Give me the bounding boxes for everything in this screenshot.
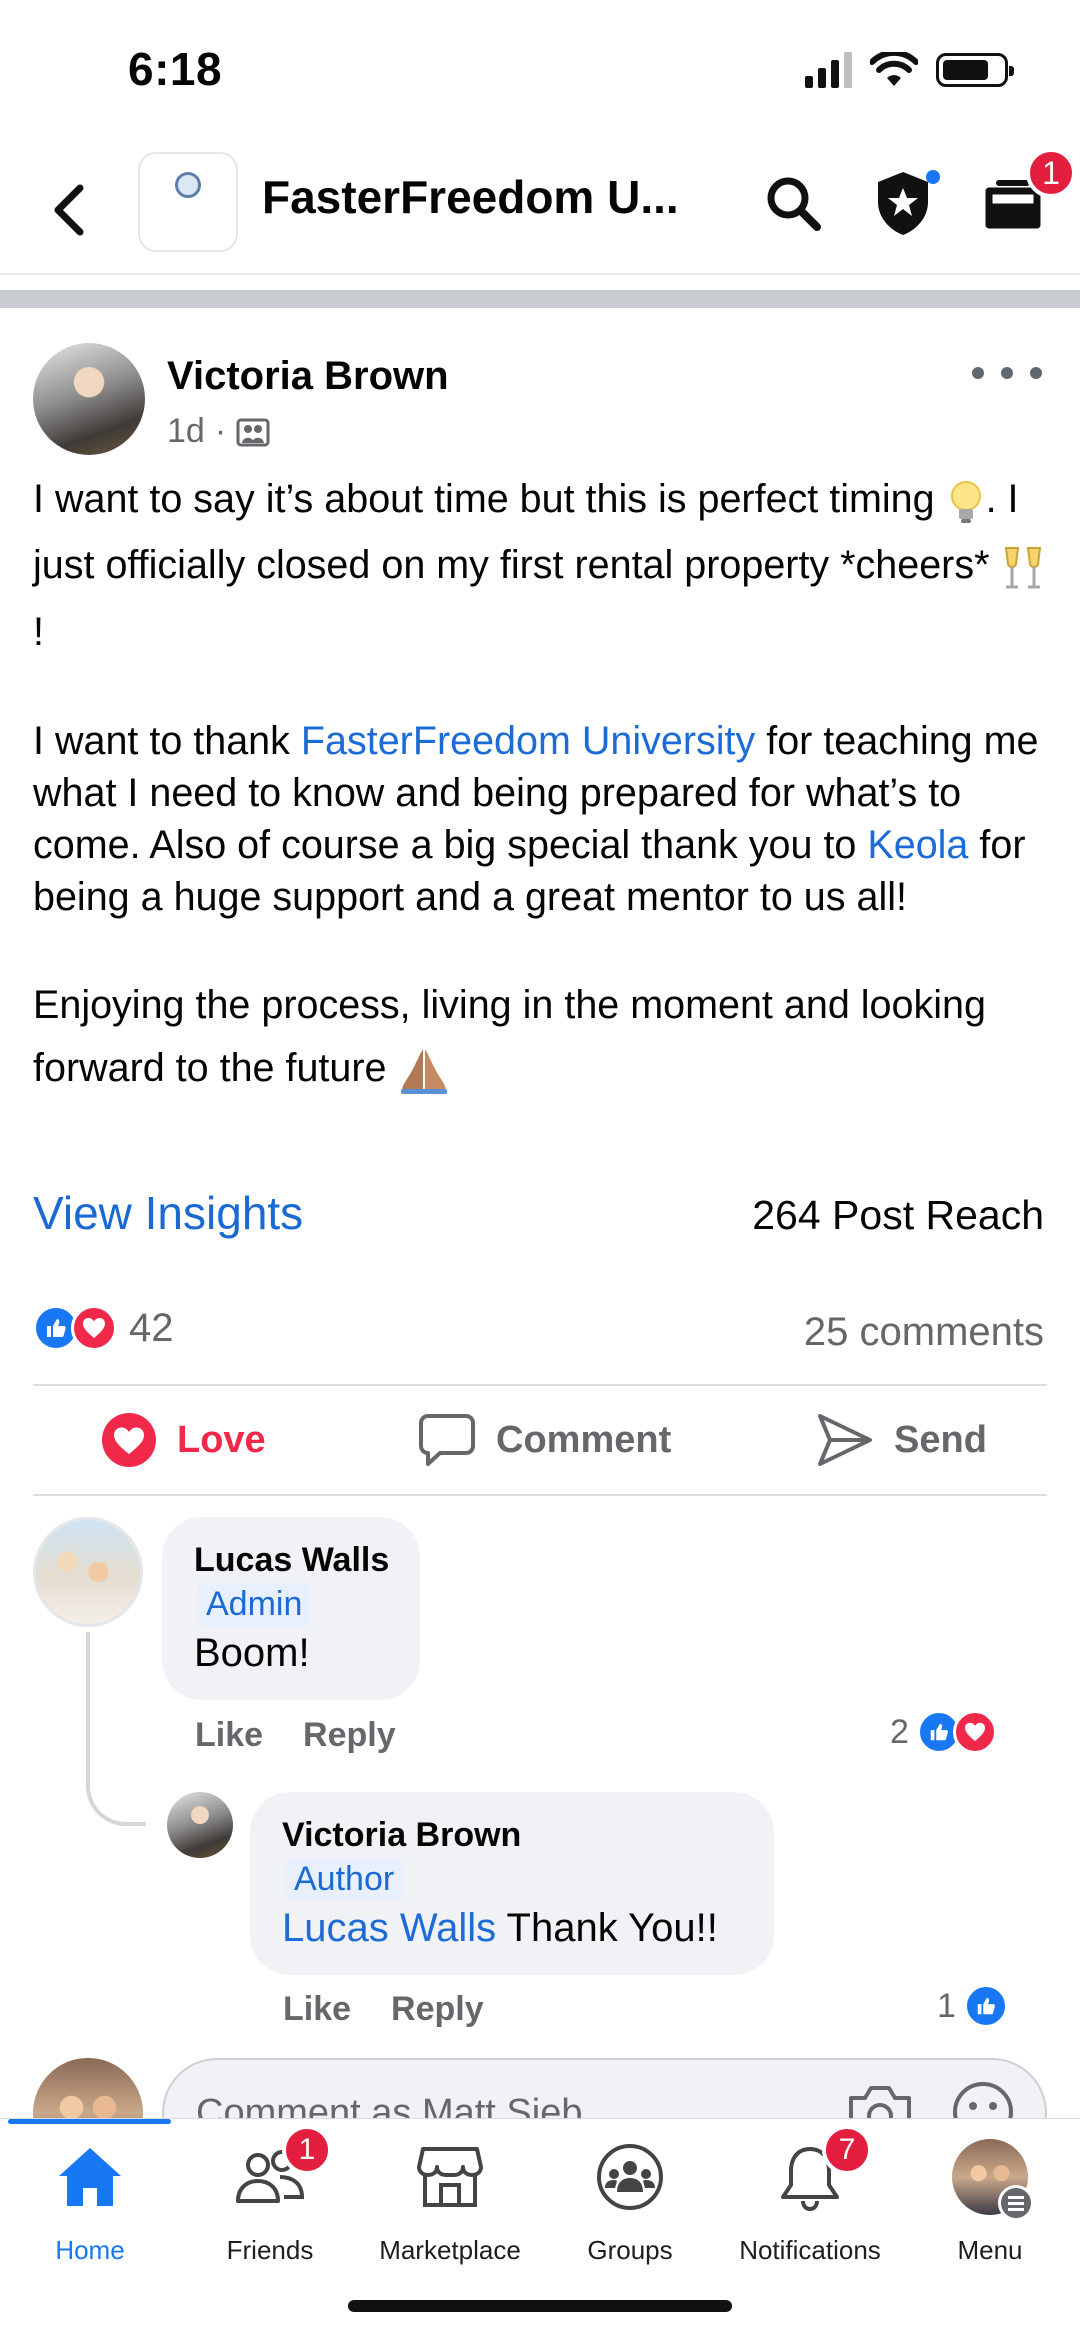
group-photo-icon [236,418,270,446]
cheers-emoji [1005,546,1042,589]
section-divider [0,290,1080,308]
admin-tools-button[interactable] [862,162,944,244]
reply-author-avatar[interactable] [167,1792,233,1858]
post-time[interactable]: 1d [167,412,205,451]
cart-badge: 1 [1026,148,1076,198]
reaction-count: 42 [129,1305,174,1350]
comment-icon [419,1414,475,1466]
marketplace-icon [417,2147,483,2207]
comment-author[interactable]: Lucas Walls [194,1541,389,1580]
tab-friends[interactable]: 1 Friends [180,2125,360,2283]
home-icon [59,2148,121,2206]
post-more-button[interactable] [972,355,1042,391]
love-reaction-icon [71,1305,117,1351]
comment-actions: Like Reply [195,1716,396,1755]
comments-count[interactable]: 25 comments [804,1310,1044,1355]
back-button[interactable] [40,170,100,250]
thread-connector [86,1632,146,1826]
status-icons [805,52,1014,88]
groups-icon [597,2144,663,2210]
active-tab-indicator [8,2119,171,2124]
tab-home[interactable]: Home [0,2133,180,2283]
tab-groups[interactable]: Groups [540,2133,720,2283]
bottom-navigation: Home 1 Friends Marketplace Groups 7 Noti… [0,2118,1080,2337]
more-icon [972,367,984,379]
love-button[interactable]: Love [101,1386,266,1494]
meta-separator: · [214,412,227,450]
post-author-name[interactable]: Victoria Brown [167,354,449,399]
cart-button[interactable]: 1 [972,148,1076,244]
post-reach: 264 Post Reach [752,1192,1044,1238]
reply-text: Lucas Walls Thank You!! [282,1906,718,1950]
shield-star-icon [878,172,928,235]
comment-bubble[interactable]: Lucas Walls Admin Boom! [162,1517,420,1700]
friends-badge: 1 [282,2125,332,2175]
post-body: I want to say it’s about time but this i… [33,466,1053,1150]
reply-actions: Like Reply [283,1990,484,2029]
post-paragraph-2: I want to thank FasterFreedom University… [33,719,1039,920]
comment-reactions[interactable]: 2 [890,1710,997,1754]
group-mention-link[interactable]: FasterFreedom University [301,719,755,763]
reply-author[interactable]: Victoria Brown [282,1816,521,1855]
reply-mention-link[interactable]: Lucas Walls [282,1906,496,1950]
send-icon [818,1414,872,1466]
comment-reply-button[interactable]: Reply [303,1716,396,1755]
view-insights-link[interactable]: View Insights [33,1186,303,1240]
lightbulb-emoji [950,480,981,523]
commenter-avatar[interactable] [33,1517,143,1627]
search-icon [767,177,821,231]
status-bar: 6:18 [0,0,1080,140]
like-reaction-icon [963,1984,1008,2028]
notifications-badge: 7 [822,2125,872,2175]
reply-reactions[interactable]: 1 [937,1984,1008,2028]
back-icon [54,184,84,236]
pray-emoji [401,1049,448,1095]
wifi-icon [870,52,918,86]
group-logo[interactable] [138,152,238,252]
group-title[interactable]: FasterFreedom U... [262,170,692,224]
status-time: 6:18 [128,43,223,95]
reply-bubble[interactable]: Victoria Brown Author Lucas Walls Thank … [250,1792,774,1975]
love-reaction-icon [952,1710,997,1754]
post-author-avatar[interactable] [33,343,145,455]
reactions-summary[interactable]: 42 [33,1305,174,1351]
author-badge: Author [286,1858,403,1901]
cellular-signal-icon [805,52,852,88]
admin-badge: Admin [198,1583,311,1626]
send-button[interactable]: Send [816,1386,987,1494]
new-indicator-dot [926,170,940,184]
post-paragraph-1: I want to say it’s about time but this i… [33,466,1053,665]
post-action-bar: Love Comment Send [33,1384,1047,1496]
post-meta: 1d · [167,412,270,451]
tab-notifications[interactable]: 7 Notifications [720,2125,900,2283]
comment-button[interactable]: Comment [418,1386,671,1494]
reply-reply-button[interactable]: Reply [391,1990,484,2029]
comment-like-button[interactable]: Like [195,1716,263,1755]
comment-text: Boom! [194,1631,310,1675]
post-paragraph-3: Enjoying the process, living in the mome… [33,974,1053,1100]
tab-menu[interactable]: Menu [900,2133,1080,2283]
user-mention-link[interactable]: Keola [867,823,968,867]
menu-avatar [952,2139,1034,2221]
home-indicator[interactable] [348,2300,732,2312]
reply-like-button[interactable]: Like [283,1990,351,2029]
hamburger-icon [998,2185,1034,2221]
battery-icon [936,53,1014,87]
love-icon [102,1413,156,1467]
search-button[interactable] [752,162,834,244]
group-header: FasterFreedom U... 1 [0,140,1080,275]
tab-marketplace[interactable]: Marketplace [360,2133,540,2283]
